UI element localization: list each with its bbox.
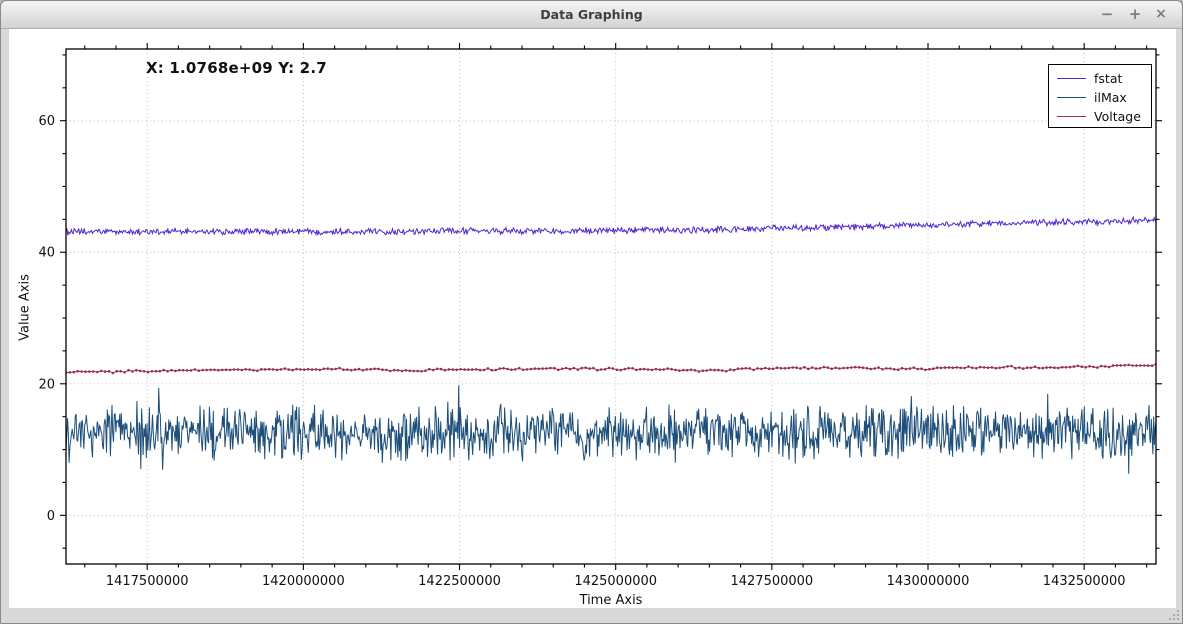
svg-text:0: 0 — [47, 509, 55, 524]
window-title: Data Graphing — [1, 7, 1182, 22]
ilmax-legend-line — [1057, 97, 1086, 98]
cursor-readout: X: 1.0768e+09 Y: 2.7 — [146, 59, 327, 77]
legend-entry-fstat[interactable]: fstat — [1049, 69, 1151, 88]
svg-text:1420000000: 1420000000 — [262, 574, 345, 589]
series-Voltage — [65, 363, 1158, 374]
maximize-button[interactable]: + — [1124, 4, 1146, 24]
svg-text:1425000000: 1425000000 — [574, 574, 657, 589]
x-axis-label: Time Axis — [66, 593, 1156, 608]
svg-text:1427500000: 1427500000 — [730, 574, 813, 589]
svg-text:1422500000: 1422500000 — [418, 574, 501, 589]
series-ilMax — [66, 386, 1156, 474]
grid-layer — [66, 49, 1156, 564]
legend-label-ilmax: ilMax — [1094, 90, 1127, 105]
svg-text:60: 60 — [38, 114, 55, 129]
svg-text:1432500000: 1432500000 — [1043, 574, 1126, 589]
legend-box: fstat ilMax Voltage — [1048, 64, 1152, 128]
legend-entry-voltage[interactable]: Voltage — [1049, 107, 1151, 126]
svg-text:1417500000: 1417500000 — [106, 574, 189, 589]
svg-text:20: 20 — [38, 377, 55, 392]
series-fstat — [66, 217, 1156, 235]
resize-grip[interactable] — [1169, 610, 1179, 620]
svg-text:1430000000: 1430000000 — [887, 574, 970, 589]
axes-layer: 1417500000 1420000000 1422500000 1425000000… — [38, 43, 1162, 589]
legend-label-fstat: fstat — [1094, 71, 1122, 86]
fstat-legend-line — [1057, 78, 1086, 79]
svg-text:40: 40 — [38, 246, 55, 261]
y-axis-label: Value Axis — [18, 68, 33, 548]
close-button[interactable]: × — [1150, 4, 1172, 24]
legend-entry-ilmax[interactable]: ilMax — [1049, 88, 1151, 107]
legend-label-voltage: Voltage — [1094, 109, 1141, 124]
minimize-button[interactable]: − — [1096, 4, 1118, 24]
voltage-legend-line — [1057, 116, 1086, 117]
chart-canvas[interactable]: 1417500000 1420000000 1422500000 1425000000… — [9, 29, 1176, 608]
window-frame: Data Graphing − + × 1417500000 1420000000… — [0, 0, 1183, 624]
content-area: 1417500000 1420000000 1422500000 1425000000… — [9, 29, 1176, 608]
title-bar[interactable]: Data Graphing − + × — [1, 1, 1182, 29]
series-layer — [65, 217, 1158, 474]
